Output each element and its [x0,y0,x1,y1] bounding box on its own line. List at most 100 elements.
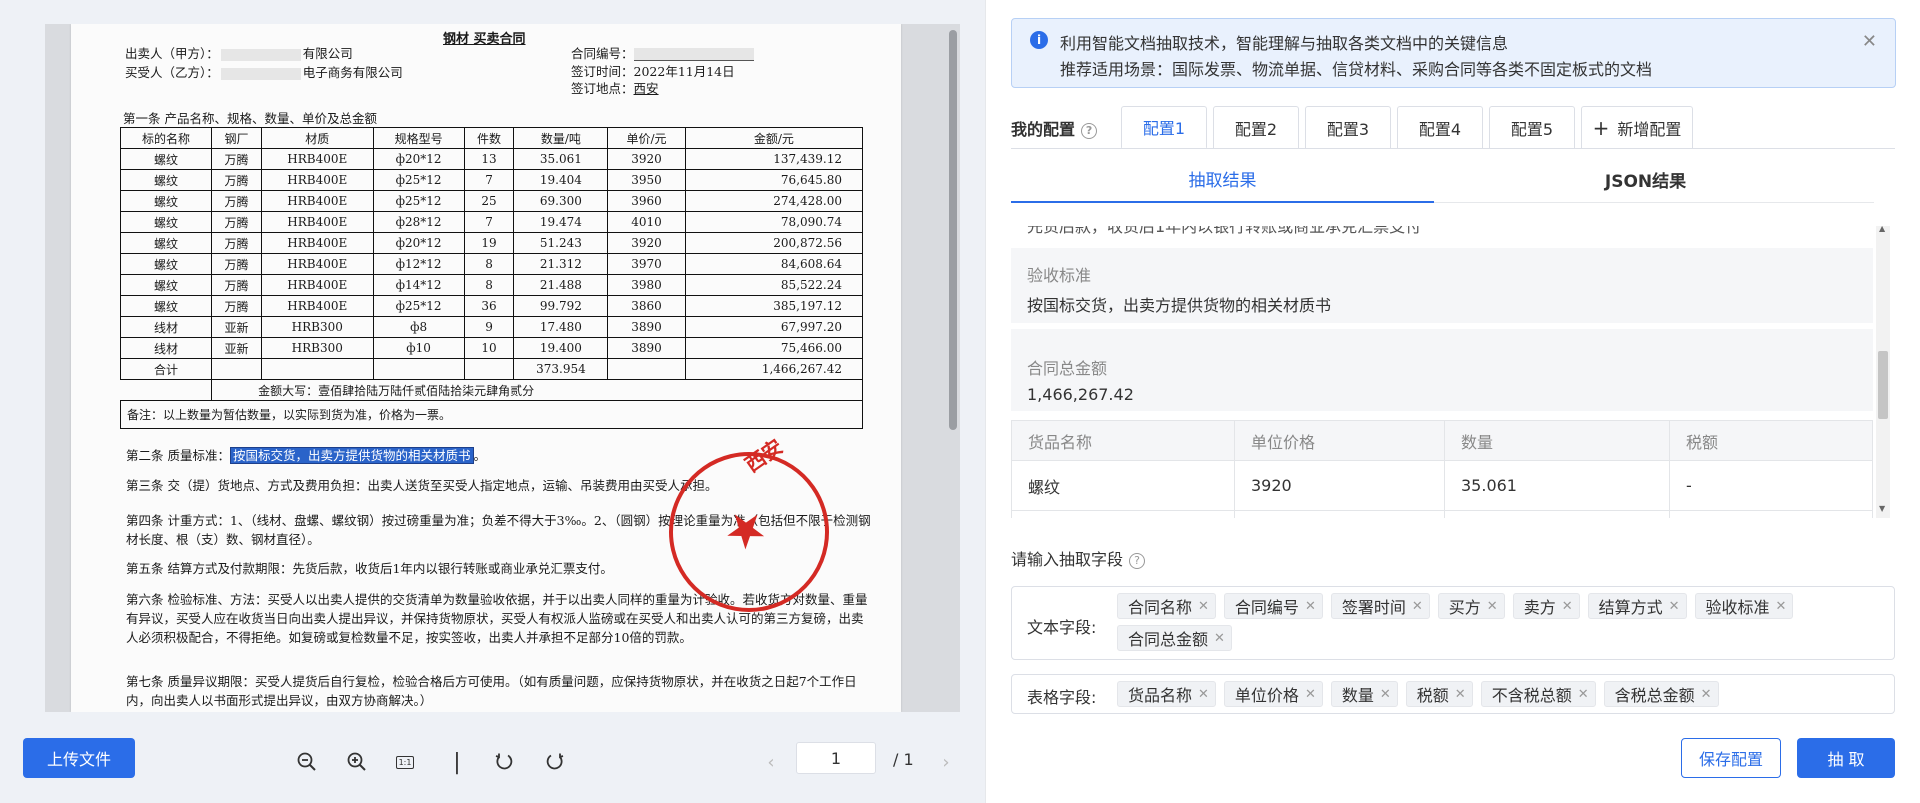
document-title: 钢材 买卖合同 [443,32,526,47]
extract-button[interactable]: 抽 取 [1797,738,1895,778]
tab-config-1[interactable]: 配置1 [1121,106,1207,149]
scroll-down-icon[interactable]: ▼ [1879,504,1885,513]
field-chip[interactable]: 合同名称 ✕ [1117,593,1216,619]
tab-config-3[interactable]: 配置3 [1305,106,1391,149]
add-config-button[interactable]: + 新增配置 [1581,106,1693,149]
tab-config-4[interactable]: 配置4 [1397,106,1483,149]
field-chip[interactable]: 合同总金额 ✕ [1117,625,1232,651]
rotate-left-icon[interactable] [490,748,518,776]
chip-remove-icon[interactable]: ✕ [1701,687,1712,702]
table-row: 螺纹 3920 35.061 - [1011,460,1873,511]
chip-label: 合同名称 [1128,598,1193,617]
chip-remove-icon[interactable]: ✕ [1198,687,1209,702]
items-table-row: 螺纹 万腾 HRB400E ф14*12 8 21.488 3980 85,522.24 [119,274,864,296]
close-icon[interactable]: ✕ [1862,31,1877,52]
chip-remove-icon[interactable]: ✕ [1578,687,1589,702]
items-table-cell [463,358,515,380]
seal-text: 西安 [740,434,788,477]
items-table-cell: HRB400E [260,148,374,170]
scrollbar-thumb[interactable] [1878,351,1888,419]
items-table-row: 螺纹 万腾 HRB400E ф25*12 36 99.792 3860 385,197.12 [119,295,864,317]
field-chip[interactable]: 含税总金额 ✕ [1603,681,1719,707]
items-table-cell: 万腾 [211,148,262,170]
items-table-cell: 3980 [607,274,686,296]
info-banner: i 利用智能文档抽取技术，智能理解与抽取各类文档中的关键信息 推荐适用场景：国际… [1011,18,1896,88]
items-table-cell: HRB400E [260,211,374,233]
items-table-cell: ф20*12 [372,148,465,170]
chip-remove-icon[interactable]: ✕ [1305,687,1316,702]
fit-page-icon[interactable]: 1:1 [391,748,419,776]
items-table-cell: 螺纹 [119,295,213,317]
save-config-button[interactable]: 保存配置 [1681,738,1781,778]
document-scrollbar[interactable] [948,24,958,712]
chip-label: 买方 [1448,598,1481,617]
items-table-cell: 螺纹 [119,190,213,212]
table-row: 螺纹 [1011,510,1873,518]
help-icon[interactable]: ? [1129,552,1146,569]
chip-remove-icon[interactable]: ✕ [1455,687,1466,702]
page-number-input[interactable] [796,742,876,774]
chip-remove-icon[interactable]: ✕ [1487,599,1498,614]
selected-text-highlight[interactable]: 按国标交货，出卖方提供货物的相关材质书 [229,447,474,464]
items-table-cell: 19.400 [513,337,609,359]
tab-extraction-result[interactable]: 抽取结果 [1011,155,1434,203]
field-chip[interactable]: 签署时间 ✕ [1330,593,1430,619]
help-icon[interactable]: ? [1081,122,1098,139]
rotate-right-icon[interactable] [541,748,569,776]
items-table-cell: ф28*12 [372,211,465,233]
field-chip[interactable]: 税额 ✕ [1405,681,1473,707]
field-chip[interactable]: 合同编号 ✕ [1223,593,1323,619]
scrollbar-thumb[interactable] [949,30,957,430]
field-value: 按国标交货，出卖方提供货物的相关材质书 [1027,296,1332,315]
extraction-results-list[interactable]: 先货后款，收货后1年内以银行转账或商业承兑汇票支付 验收标准 按国标交货，出卖方… [1011,226,1873,518]
chip-remove-icon[interactable]: ✕ [1776,599,1787,614]
redacted-block [633,48,754,61]
field-chip[interactable]: 单位价格 ✕ [1223,681,1323,707]
chip-remove-icon[interactable]: ✕ [1412,599,1423,614]
scroll-up-icon[interactable]: ▲ [1879,224,1885,233]
items-table-cell: ф25*12 [372,295,465,317]
items-table-row: 螺纹 万腾 HRB400E ф25*12 7 19.404 3950 76,645.80 [119,169,864,191]
tab-config-5[interactable]: 配置5 [1489,106,1575,149]
seal-star-icon: ★ [711,494,780,565]
results-scrollbar[interactable]: ▲ ▼ [1876,224,1890,518]
chip-remove-icon[interactable]: ✕ [1380,687,1391,702]
field-chip[interactable]: 结算方式 ✕ [1587,593,1687,619]
field-chip[interactable]: 数量 ✕ [1330,681,1398,707]
field-chip[interactable]: 不含税总额 ✕ [1480,681,1596,707]
table-cell: 35.061 [1444,460,1670,511]
tab-config-2[interactable]: 配置2 [1213,106,1299,149]
redacted-block [220,67,301,80]
prev-page-icon[interactable]: ‹ [757,748,785,776]
items-table-cell: 99.792 [513,295,609,317]
items-table-cell: 亚新 [211,337,262,359]
table-fields-box[interactable]: 表格字段: 货品名称 ✕ 单位价格 ✕ 数量 ✕ 税额 ✕ 不含税总额 ✕ 含税总金额 ✕ [1011,674,1895,714]
chip-remove-icon[interactable]: ✕ [1562,599,1573,614]
field-chip[interactable]: 买方 ✕ [1437,593,1505,619]
table-cell: - [1669,460,1873,511]
field-chip[interactable]: 货品名称 ✕ [1117,681,1216,707]
field-chip[interactable]: 卖方 ✕ [1512,593,1580,619]
items-table-row: 备注：以上数量为暂估数量，以实际到货为准，价格为一票。 [120,400,863,429]
chip-remove-icon[interactable]: ✕ [1214,631,1225,646]
zoom-in-icon[interactable] [343,748,371,776]
items-table-cell: 螺纹 [119,169,213,191]
items-table-cell: 385,197.12 [684,295,864,317]
tab-json-result[interactable]: JSON结果 [1434,155,1857,203]
items-table-cell: HRB300 [260,337,374,359]
chip-remove-icon[interactable]: ✕ [1305,599,1316,614]
items-table-cell: 75,466.00 [684,337,864,359]
chip-remove-icon[interactable]: ✕ [1669,599,1680,614]
document-viewport[interactable]: 钢材 买卖合同 出卖人（甲方）： 有限公司 买受人（乙方）： 电子商务有限公司 合同… [45,24,960,712]
my-config-text: 我的配置 [1011,120,1076,139]
text-fields-box[interactable]: 文本字段: 合同名称 ✕ 合同编号 ✕ 签署时间 ✕ 买方 ✕ 卖方 ✕ 结算方式 ✕ 验收标准 ✕ 合同总… [1011,586,1895,660]
next-page-icon[interactable]: › [932,748,960,776]
chip-label: 含税总金额 [1614,686,1695,705]
field-chip[interactable]: 验收标准 ✕ [1694,593,1794,619]
items-table-header-cell: 数量/吨 [513,127,609,149]
chip-remove-icon[interactable]: ✕ [1198,599,1209,614]
items-table-cell: 亚新 [211,316,262,338]
total-qty: 373.954 [513,358,609,380]
upload-file-button[interactable]: 上传文件 [23,738,135,778]
zoom-out-icon[interactable] [293,748,321,776]
